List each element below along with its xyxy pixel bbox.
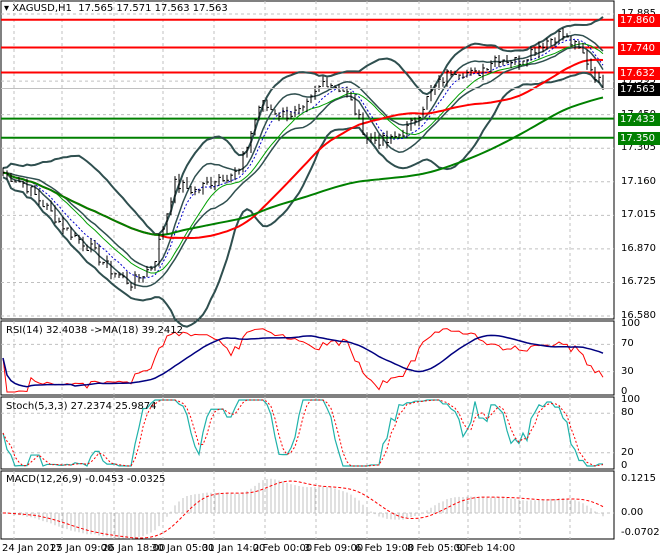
- rsi-tick: 70: [621, 338, 634, 350]
- stoch-title: Stoch(5,3,3) 27.2374 25.9874: [6, 401, 157, 412]
- macd-tick: 0.00: [621, 507, 644, 518]
- support-price-tag: 17.433: [618, 112, 660, 126]
- macd-tick: 0.1215: [621, 472, 656, 484]
- symbol-label: XAGUSD,H1: [12, 3, 72, 14]
- ohlc-values: 17.565 17.571 17.563 17.563: [78, 3, 228, 14]
- resistance-price-tag: 17.860: [618, 13, 660, 27]
- stoch-tick: 100: [621, 394, 641, 405]
- price-tick: 17.160: [621, 175, 656, 187]
- support-price-tag: 17.350: [618, 131, 660, 145]
- last-price-tag: 17.563: [618, 82, 660, 96]
- symbol-header: ▾ XAGUSD,H1 17.565 17.571 17.563 17.563: [4, 3, 228, 14]
- price-tick: 16.870: [621, 242, 656, 254]
- rsi-title: RSI(14) 32.4038 ->MA(18) 39.2412: [6, 325, 183, 336]
- time-axis-label: 6 Feb 19:00: [355, 543, 415, 554]
- stoch-tick: 0: [621, 460, 628, 471]
- rsi-tick: 30: [621, 365, 634, 377]
- macd-tick: -0.0702: [621, 526, 660, 538]
- stoch-tick: 80: [621, 407, 634, 419]
- time-axis-label: 9 Feb 14:00: [456, 543, 516, 554]
- panel-frame: [0, 0, 615, 320]
- stoch-tick: 20: [621, 446, 634, 458]
- price-tick: 16.725: [621, 276, 656, 288]
- macd-title: MACD(12,26,9) -0.0453 -0.0325: [6, 474, 166, 485]
- resistance-price-tag: 17.740: [618, 41, 660, 55]
- rsi-tick: 100: [621, 318, 641, 329]
- price-tick: 17.015: [621, 209, 656, 221]
- resistance-price-tag: 17.632: [618, 66, 660, 80]
